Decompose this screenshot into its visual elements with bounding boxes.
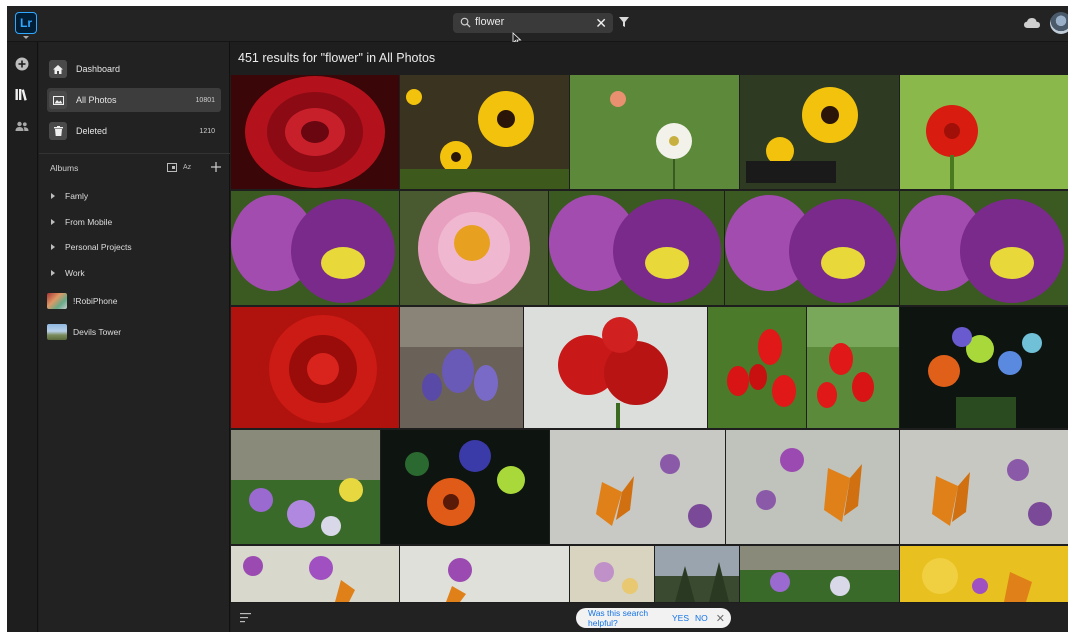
bottom-bar: Was this search helpful? YES NO ✕ <box>231 603 1068 632</box>
trash-icon <box>49 122 67 140</box>
main-content: 451 results for "flower" in All Photos W… <box>231 42 1068 632</box>
add-photos-button[interactable] <box>14 56 30 72</box>
chevron-right-icon[interactable] <box>51 193 55 199</box>
people-button[interactable] <box>14 118 30 134</box>
albums-toolbar: Az <box>167 160 227 174</box>
album-devils-tower[interactable]: Devils Tower <box>47 322 121 342</box>
sidebar-item-all-photos[interactable]: All Photos 10801 <box>47 88 221 112</box>
photo-thumbnail[interactable] <box>740 75 899 189</box>
photo-thumbnail[interactable] <box>900 191 1068 305</box>
album-label: Work <box>65 268 85 278</box>
photo-icon <box>49 91 67 109</box>
photo-thumbnail[interactable] <box>400 307 523 428</box>
sidebar-item-label: Deleted <box>76 126 108 136</box>
photo-thumbnail[interactable] <box>900 307 1068 428</box>
album-label: Famly <box>65 191 89 201</box>
photo-thumbnail[interactable] <box>231 546 399 602</box>
sidebar-item-label: All Photos <box>76 95 117 105</box>
photo-thumbnail[interactable] <box>655 546 739 602</box>
photo-thumbnail[interactable] <box>807 307 899 428</box>
photo-thumbnail[interactable] <box>381 430 549 544</box>
album-folder-from-mobile[interactable]: From Mobile <box>51 215 112 229</box>
photo-thumbnail[interactable] <box>708 307 806 428</box>
top-bar: Lr flower ✕ <box>7 6 1068 46</box>
search-input[interactable]: flower ✕ <box>453 13 613 33</box>
photo-thumbnail[interactable] <box>900 546 1068 602</box>
album-label: Personal Projects <box>65 242 132 252</box>
lightroom-logo[interactable]: Lr <box>15 12 37 34</box>
photo-thumbnail[interactable] <box>400 191 548 305</box>
photo-thumbnail[interactable] <box>231 75 399 189</box>
cloud-icon[interactable] <box>1023 16 1041 30</box>
photo-thumbnail[interactable] <box>231 307 399 428</box>
plus-circle-icon <box>15 57 29 71</box>
album-label: Devils Tower <box>73 327 122 337</box>
add-album-icon[interactable] <box>211 162 222 172</box>
photo-thumbnail[interactable] <box>725 191 899 305</box>
sidebar: Dashboard All Photos 10801 Deleted 1210 … <box>39 42 230 632</box>
feedback-question: Was this search helpful? <box>588 608 649 628</box>
photo-thumbnail[interactable] <box>400 75 569 189</box>
photo-thumbnail[interactable] <box>549 191 724 305</box>
album-thumbnail <box>47 324 67 340</box>
search-feedback-toast: Was this search helpful? YES NO ✕ <box>576 608 731 628</box>
filter-icon[interactable] <box>619 17 629 27</box>
photo-thumbnail[interactable] <box>231 430 380 544</box>
photo-thumbnail[interactable] <box>570 75 739 189</box>
feedback-yes-button[interactable]: YES <box>672 613 689 623</box>
lightroom-window: Lr flower ✕ Dashboard All Photos 10801 D… <box>7 6 1068 632</box>
search-value[interactable]: flower <box>475 16 504 28</box>
photo-thumbnail[interactable] <box>740 546 899 602</box>
photo-thumbnail[interactable] <box>900 75 1068 189</box>
photo-thumbnail[interactable] <box>900 430 1068 544</box>
deleted-count: 1210 <box>199 127 215 135</box>
home-icon <box>49 60 67 78</box>
photo-thumbnail[interactable] <box>231 191 399 305</box>
photo-thumbnail[interactable] <box>524 307 707 428</box>
album-robiphone[interactable]: !RobiPhone <box>47 291 117 311</box>
photo-thumbnail[interactable] <box>570 546 654 602</box>
photo-grid <box>231 75 1068 602</box>
close-icon[interactable]: ✕ <box>716 612 725 625</box>
album-folder-famly[interactable]: Famly <box>51 189 88 203</box>
avatar[interactable] <box>1050 12 1068 34</box>
results-title: 451 results for "flower" in All Photos <box>238 51 436 65</box>
clear-icon[interactable]: ✕ <box>595 14 607 32</box>
photo-thumbnail[interactable] <box>726 430 899 544</box>
sidebar-item-label: Dashboard <box>76 64 121 74</box>
sidebar-item-deleted[interactable]: Deleted 1210 <box>47 119 221 143</box>
album-folder-personal-projects[interactable]: Personal Projects <box>51 240 132 254</box>
photo-thumbnail[interactable] <box>400 546 569 602</box>
chevron-down-icon[interactable] <box>23 36 29 39</box>
sort-icon[interactable] <box>240 612 252 623</box>
feedback-no-button[interactable]: NO <box>695 613 708 623</box>
search-icon <box>460 17 471 28</box>
new-album-icon[interactable] <box>167 162 177 172</box>
album-label: !RobiPhone <box>73 296 118 306</box>
library-icon <box>15 88 27 101</box>
people-icon <box>15 121 29 131</box>
album-folder-work[interactable]: Work <box>51 266 85 280</box>
albums-heading: Albums <box>50 163 79 173</box>
album-label: From Mobile <box>65 217 113 227</box>
sidebar-item-dashboard[interactable]: Dashboard <box>47 57 221 81</box>
sort-albums-button[interactable]: Az <box>183 164 191 171</box>
divider <box>39 153 230 154</box>
photo-thumbnail[interactable] <box>550 430 725 544</box>
chevron-right-icon[interactable] <box>51 270 55 276</box>
library-button[interactable] <box>14 86 30 102</box>
photo-count: 10801 <box>195 96 215 104</box>
chevron-right-icon[interactable] <box>51 219 55 225</box>
album-thumbnail <box>47 293 67 309</box>
chevron-right-icon[interactable] <box>51 244 55 250</box>
left-rail <box>7 42 38 632</box>
